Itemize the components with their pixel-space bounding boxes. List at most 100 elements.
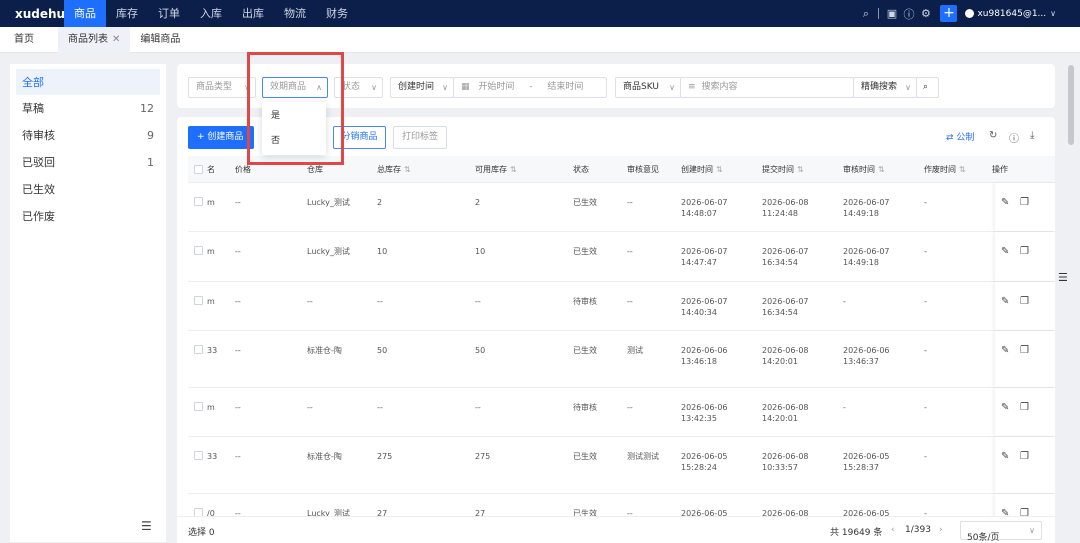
sort-icon: ⇅: [510, 165, 517, 174]
row-checkbox[interactable]: [194, 402, 203, 411]
cell-total-stock: 50: [377, 346, 388, 355]
time: 16:34:54: [762, 258, 798, 267]
sidebar-item-all[interactable]: 全部: [16, 69, 160, 95]
sidebar-item-active[interactable]: 已生效: [10, 176, 166, 203]
refresh-icon[interactable]: ↻: [989, 130, 997, 141]
annotation-highlight-box: [247, 52, 344, 165]
table-row[interactable]: m -- Lucky_测试 2 2 已生效 -- 2026-06-07 14:48…: [188, 183, 1055, 232]
sidebar-item-label: 已驳回: [22, 156, 55, 169]
product-type-select[interactable]: 商品类型 ∨: [188, 77, 256, 98]
column-voided[interactable]: 作废时间 ⇅: [924, 156, 966, 183]
start-date-input[interactable]: 开始时间: [478, 82, 514, 92]
edit-icon[interactable]: ✎: [1001, 402, 1009, 413]
copy-icon[interactable]: ❐: [1020, 296, 1029, 307]
table-row[interactable]: m -- -- -- -- 待审核 -- 2026-06-06 13:42:35 …: [188, 388, 1055, 437]
column-reviewed[interactable]: 审核时间 ⇅: [843, 156, 885, 183]
table-row[interactable]: 33 -- 标准仓-陶 275 275 已生效 测试测试 2026-06-05 1…: [188, 437, 1055, 494]
cell-price: --: [235, 452, 241, 461]
list-search-icon[interactable]: ☰: [1058, 271, 1068, 284]
nav-item-orders[interactable]: 订单: [148, 0, 190, 27]
add-button[interactable]: +: [940, 5, 958, 22]
sidebar-item-rejected[interactable]: 已驳回 1: [10, 149, 166, 176]
sidebar-item-draft[interactable]: 草稿 12: [10, 95, 166, 122]
cell-reviewed: 2026-06-07 14:49:18: [843, 197, 890, 219]
edit-icon[interactable]: ✎: [1001, 246, 1009, 257]
search-input[interactable]: ≡ 搜索内容: [680, 77, 854, 98]
end-date-input[interactable]: 结束时间: [547, 82, 583, 92]
row-checkbox[interactable]: [194, 296, 203, 305]
header-label: 总库存: [377, 165, 401, 174]
nav-item-products[interactable]: 商品: [64, 0, 106, 27]
header-label: 创建时间: [681, 165, 713, 174]
copy-icon[interactable]: ❐: [1020, 451, 1029, 462]
row-checkbox[interactable]: [194, 345, 203, 354]
nav-item-finance[interactable]: 财务: [316, 0, 358, 27]
create-product-button[interactable]: + 创建商品: [188, 126, 254, 149]
cell-voided: -: [924, 297, 927, 306]
table-row[interactable]: m -- -- -- -- 待审核 -- 2026-06-07 14:40:34 …: [188, 282, 1055, 331]
copy-icon[interactable]: ❐: [1020, 197, 1029, 208]
tab-edit-product[interactable]: 编辑商品: [130, 27, 190, 53]
row-checkbox[interactable]: [194, 451, 203, 460]
scrollbar[interactable]: [1068, 65, 1074, 145]
column-created[interactable]: 创建时间 ⇅: [681, 156, 723, 183]
avatar[interactable]: [965, 9, 975, 18]
edit-icon[interactable]: ✎: [1001, 345, 1009, 356]
download-icon[interactable]: ⤓: [1030, 130, 1034, 141]
nav-item-logistics[interactable]: 物流: [274, 0, 316, 27]
help-icon[interactable]: ⓘ: [1009, 130, 1019, 145]
close-icon[interactable]: ✕: [112, 34, 120, 45]
chevron-down-icon[interactable]: ∨: [1050, 9, 1056, 18]
sku-field-select[interactable]: 商品SKU ∨: [615, 77, 681, 98]
exact-search-select[interactable]: 精确搜索 ∨: [853, 77, 917, 98]
tab-product-list[interactable]: 商品列表 ✕: [58, 26, 131, 53]
user-account[interactable]: xu981645@1...: [977, 9, 1046, 19]
cell-price: --: [235, 247, 241, 256]
row-checkbox[interactable]: [194, 246, 203, 255]
edit-icon[interactable]: ✎: [1001, 296, 1009, 307]
edit-icon[interactable]: ✎: [1001, 451, 1009, 462]
edit-icon[interactable]: ✎: [1001, 197, 1009, 208]
column-total-stock[interactable]: 总库存 ⇅: [377, 156, 411, 183]
sidebar-item-count: 9: [147, 129, 154, 142]
select-all-checkbox[interactable]: [194, 165, 203, 174]
header-label: 提交时间: [762, 165, 794, 174]
copy-icon[interactable]: ❐: [1020, 402, 1029, 413]
table-row[interactable]: 33 -- 标准仓-陶 50 50 已生效 测试 2026-06-06 13:46…: [188, 331, 1055, 388]
cell-warehouse: --: [307, 403, 313, 412]
search-button[interactable]: ⌕: [916, 77, 939, 98]
page-size-select[interactable]: 50条/页 ∨: [960, 521, 1042, 543]
search-icon[interactable]: ⌕: [857, 7, 874, 21]
nav-item-inbound[interactable]: 入库: [190, 0, 232, 27]
column-submitted[interactable]: 提交时间 ⇅: [762, 156, 804, 183]
print-label-button[interactable]: 打印标签: [393, 126, 447, 149]
gear-icon[interactable]: ⚙: [917, 7, 934, 20]
copy-icon[interactable]: ❐: [1020, 345, 1029, 356]
nav-item-inventory[interactable]: 库存: [106, 0, 148, 27]
cell-created: 2026-06-06 13:42:35: [681, 402, 728, 424]
message-icon[interactable]: ▣: [883, 7, 900, 20]
cell-price: --: [235, 403, 241, 412]
select-value: 精确搜索: [861, 82, 898, 92]
cell-available-stock: --: [475, 403, 481, 412]
next-page-icon[interactable]: ›: [939, 525, 943, 535]
collapse-sidebar-icon[interactable]: ☰: [141, 519, 152, 533]
sidebar-item-label: 已生效: [22, 183, 55, 196]
prev-page-icon[interactable]: ‹: [891, 525, 895, 535]
tab-home[interactable]: 首页: [0, 27, 58, 53]
row-checkbox[interactable]: [194, 197, 203, 206]
sort-icon: ⇅: [797, 165, 804, 174]
time-type-select[interactable]: 创建时间 ∨: [390, 77, 454, 98]
help-icon[interactable]: ⓘ: [900, 6, 917, 22]
search-placeholder: 搜索内容: [701, 82, 738, 92]
sidebar-item-voided[interactable]: 已作废: [10, 203, 166, 230]
total-count: 共 19649 条: [830, 528, 883, 538]
sidebar-item-pending[interactable]: 待审核 9: [10, 122, 166, 149]
column-available-stock[interactable]: 可用库存 ⇅: [475, 156, 517, 183]
table-row[interactable]: m -- Lucky_测试 10 10 已生效 -- 2026-06-07 14:…: [188, 232, 1055, 282]
nav-item-outbound[interactable]: 出库: [232, 0, 274, 27]
copy-icon[interactable]: ❐: [1020, 246, 1029, 257]
time: 14:20:01: [762, 414, 798, 423]
unit-toggle[interactable]: ⇄ 公制: [946, 130, 974, 143]
date-range-picker[interactable]: ▦ 开始时间 - 结束时间: [453, 77, 607, 98]
